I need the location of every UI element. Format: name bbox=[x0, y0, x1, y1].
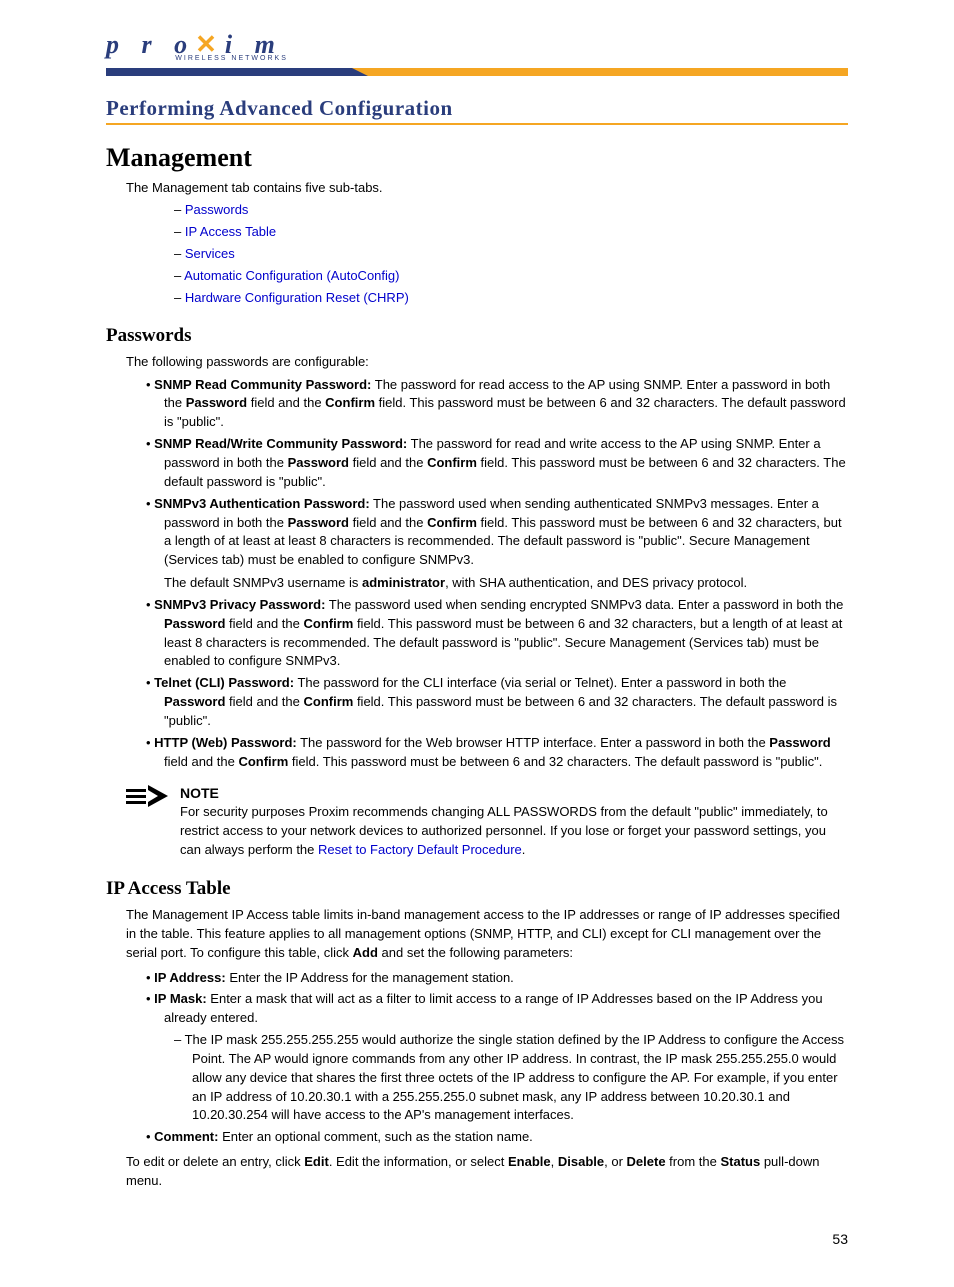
list-item: SNMPv3 Authentication Password: The pass… bbox=[146, 495, 848, 593]
ip-access-edit: To edit or delete an entry, click Edit. … bbox=[126, 1153, 848, 1191]
link-services[interactable]: Services bbox=[185, 246, 235, 261]
section-heading: Performing Advanced Configuration bbox=[106, 96, 848, 125]
ip-access-intro: The Management IP Access table limits in… bbox=[126, 906, 848, 963]
subtab-list: Passwords IP Access Table Services Autom… bbox=[174, 201, 848, 307]
logo: p r o✕i m WIRELESS NETWORKS bbox=[106, 30, 283, 60]
list-item: SNMPv3 Privacy Password: The password us… bbox=[146, 596, 848, 671]
list-item: Telnet (CLI) Password: The password for … bbox=[146, 674, 848, 731]
passwords-intro: The following passwords are configurable… bbox=[126, 353, 848, 371]
link-ip-access-table[interactable]: IP Access Table bbox=[185, 224, 276, 239]
ip-mask-detail: The IP mask 255.255.255.255 would author… bbox=[174, 1031, 848, 1125]
note-block: NOTE For security purposes Proxim recomm… bbox=[126, 785, 848, 860]
ip-access-list-2: Comment: Enter an optional comment, such… bbox=[146, 1128, 848, 1147]
link-factory-reset[interactable]: Reset to Factory Default Procedure bbox=[318, 842, 522, 857]
note-label: NOTE bbox=[180, 785, 848, 801]
page-title: Management bbox=[106, 143, 848, 173]
link-chrp[interactable]: Hardware Configuration Reset (CHRP) bbox=[185, 290, 409, 305]
list-item: Comment: Enter an optional comment, such… bbox=[146, 1128, 848, 1147]
link-passwords[interactable]: Passwords bbox=[185, 202, 249, 217]
list-item: IP Mask: Enter a mask that will act as a… bbox=[146, 990, 848, 1028]
ip-access-list: IP Address: Enter the IP Address for the… bbox=[146, 969, 848, 1029]
link-autoconfig[interactable]: Automatic Configuration (AutoConfig) bbox=[184, 268, 399, 283]
list-item: HTTP (Web) Password: The password for th… bbox=[146, 734, 848, 772]
list-item: SNMP Read Community Password: The passwo… bbox=[146, 376, 848, 433]
note-arrow-icon bbox=[126, 785, 168, 810]
list-item: IP Address: Enter the IP Address for the… bbox=[146, 969, 848, 988]
header-divider bbox=[106, 68, 848, 76]
list-item: The IP mask 255.255.255.255 would author… bbox=[174, 1031, 848, 1125]
passwords-heading: Passwords bbox=[106, 325, 848, 347]
page-number: 53 bbox=[106, 1231, 848, 1247]
passwords-list: SNMP Read Community Password: The passwo… bbox=[146, 376, 848, 772]
header: p r o✕i m WIRELESS NETWORKS bbox=[106, 30, 848, 60]
ip-access-heading: IP Access Table bbox=[106, 878, 848, 900]
list-item: SNMP Read/Write Community Password: The … bbox=[146, 435, 848, 492]
logo-subtext: WIRELESS NETWORKS bbox=[175, 55, 288, 62]
management-intro: The Management tab contains five sub-tab… bbox=[126, 179, 848, 197]
note-body: For security purposes Proxim recommends … bbox=[180, 803, 848, 860]
